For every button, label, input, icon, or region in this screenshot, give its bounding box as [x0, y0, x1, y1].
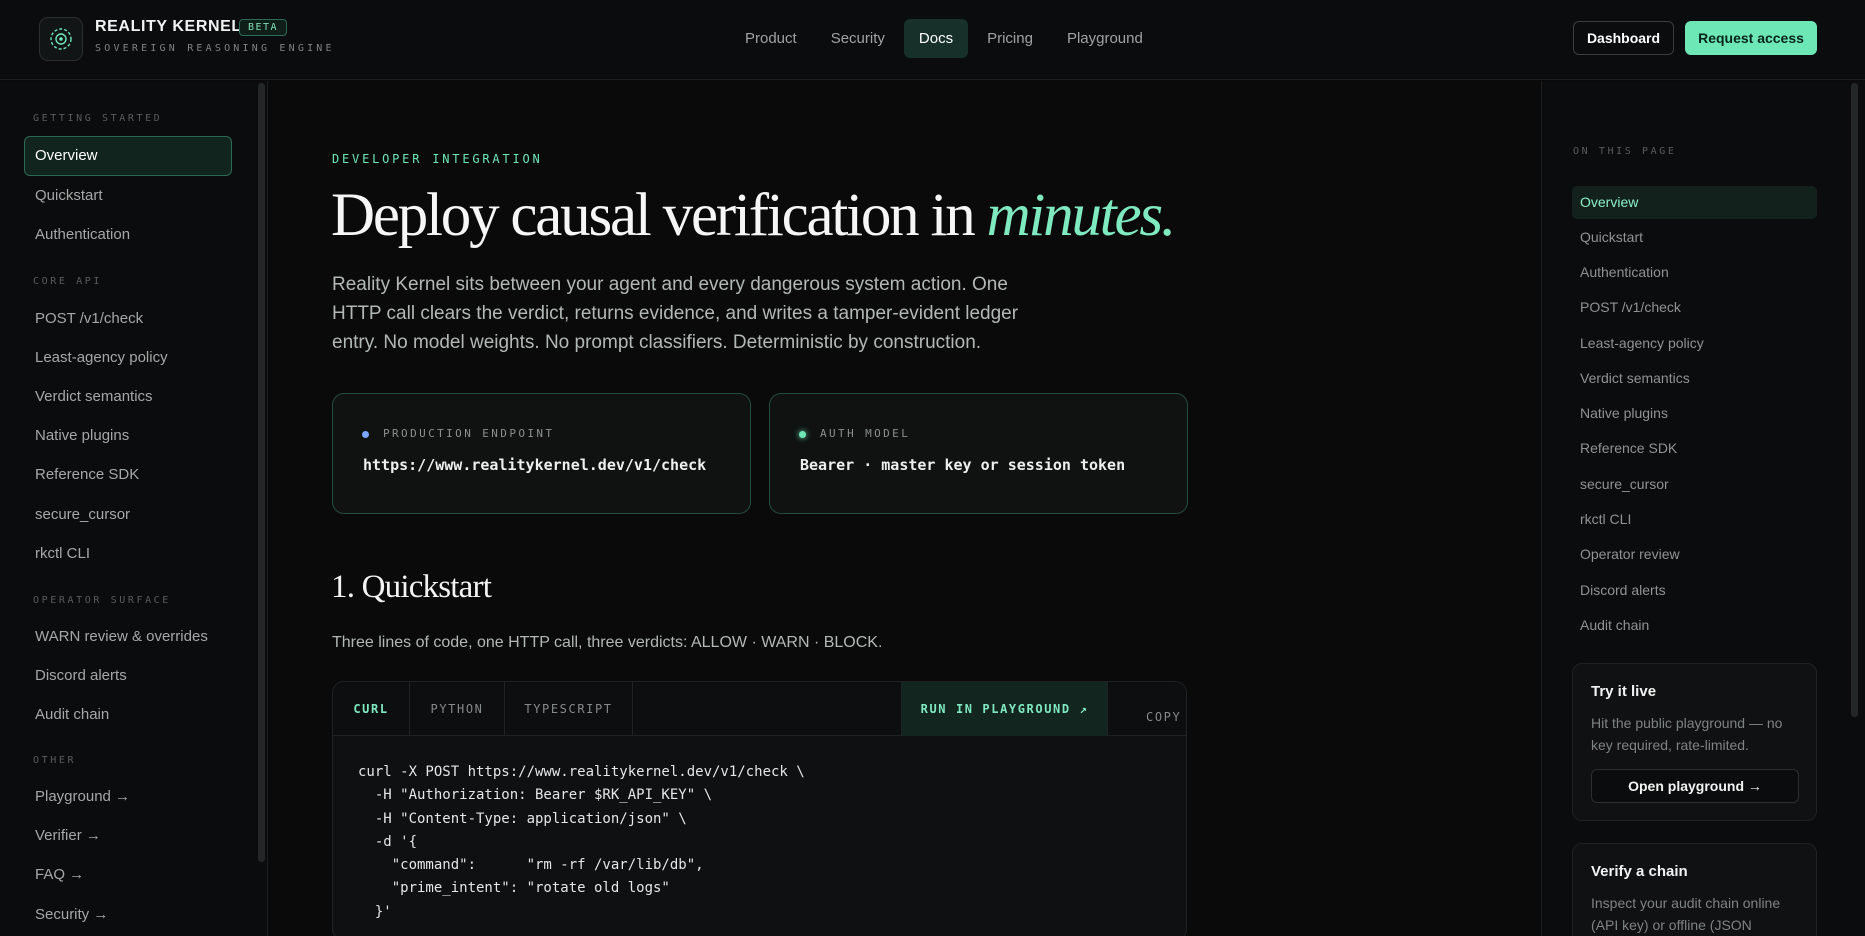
tab-python[interactable]: PYTHON	[410, 682, 505, 736]
code-sample: CURL PYTHON TYPESCRIPT RUN IN PLAYGROUND…	[332, 681, 1187, 936]
nav-docs[interactable]: Docs	[903, 19, 969, 58]
code-line: -d '{	[358, 833, 418, 850]
verify-chain-title: Verify a chain	[1591, 863, 1688, 880]
toc-item-rkctl-cli[interactable]: rkctl CLI	[1572, 503, 1817, 536]
try-it-live-card: Try it live Hit the public playground — …	[1572, 663, 1817, 821]
endpoint-dot-icon	[362, 431, 369, 438]
toc-item-audit-chain[interactable]: Audit chain	[1572, 609, 1817, 642]
auth-label: AUTH MODEL	[820, 427, 911, 440]
toc-item-verdict-semantics[interactable]: Verdict semantics	[1572, 362, 1817, 395]
main-nav: Product Security Docs Pricing Playground	[730, 19, 1158, 58]
toc-item-post-check[interactable]: POST /v1/check	[1572, 291, 1817, 324]
code-line: curl -X POST https://www.realitykernel.d…	[358, 764, 805, 780]
logo-icon	[50, 28, 72, 50]
rail-scrollbar[interactable]	[1851, 83, 1858, 717]
nav-playground[interactable]: Playground	[1052, 19, 1158, 58]
auth-dot-icon	[799, 431, 806, 438]
auth-value: Bearer · master key or session token	[800, 456, 1126, 474]
toc-item-native-plugins[interactable]: Native plugins	[1572, 397, 1817, 430]
sidebar-item-verdict-semantics[interactable]: Verdict semantics	[24, 377, 232, 417]
toc-item-quickstart[interactable]: Quickstart	[1572, 221, 1817, 254]
sidebar-item-overview[interactable]: Overview	[24, 136, 232, 176]
sidebar-section-title: CORE API	[33, 276, 102, 287]
sidebar-item-quickstart[interactable]: Quickstart	[24, 176, 232, 216]
code-block[interactable]: curl -X POST https://www.realitykernel.d…	[358, 761, 805, 924]
sidebar-item-warn-review[interactable]: WARN review & overrides	[24, 617, 232, 657]
sidebar-item-faq[interactable]: FAQ →	[24, 855, 232, 895]
on-this-page-rail: ON THIS PAGE Overview Quickstart Authent…	[1541, 81, 1865, 936]
sidebar-item-secure-cursor[interactable]: secure_cursor	[24, 495, 232, 535]
toc-item-secure-cursor[interactable]: secure_cursor	[1572, 468, 1817, 501]
toc-item-operator-review[interactable]: Operator review	[1572, 538, 1817, 571]
toc-item-authentication[interactable]: Authentication	[1572, 256, 1817, 289]
dashboard-button[interactable]: Dashboard	[1573, 21, 1674, 55]
sidebar-item-audit-chain[interactable]: Audit chain	[24, 695, 232, 735]
nav-product[interactable]: Product	[730, 19, 812, 58]
brand-name[interactable]: REALITY KERNEL	[95, 18, 242, 36]
logo[interactable]	[39, 17, 83, 61]
quickstart-heading: 1. Quickstart	[331, 569, 492, 605]
nav-security[interactable]: Security	[816, 19, 900, 58]
sidebar-section-title: GETTING STARTED	[33, 113, 163, 124]
verify-chain-card: Verify a chain Inspect your audit chain …	[1572, 843, 1817, 936]
sidebar-item-reference-sdk[interactable]: Reference SDK	[24, 455, 232, 495]
page-title: Deploy causal verification in minutes.	[331, 181, 1177, 251]
brand-tagline: SOVEREIGN REASONING ENGINE	[95, 43, 335, 54]
sidebar-item-least-agency[interactable]: Least-agency policy	[24, 338, 232, 378]
top-bar: REALITY KERNEL BETA SOVEREIGN REASONING …	[0, 0, 1865, 80]
sidebar-item-verifier[interactable]: Verifier →	[24, 816, 232, 856]
section-eyebrow: DEVELOPER INTEGRATION	[332, 152, 543, 166]
sidebar-section-title: OPERATOR SURFACE	[33, 595, 171, 606]
quickstart-subtitle: Three lines of code, one HTTP call, thre…	[332, 634, 883, 651]
try-it-live-title: Try it live	[1591, 683, 1657, 700]
docs-content: DEVELOPER INTEGRATION Deploy causal veri…	[268, 81, 1541, 936]
nav-pricing[interactable]: Pricing	[972, 19, 1048, 58]
sidebar-item-rkctl-cli[interactable]: rkctl CLI	[24, 534, 232, 574]
code-line: -H "Authorization: Bearer $RK_API_KEY" \	[358, 787, 713, 804]
verify-chain-desc: Inspect your audit chain online (API key…	[1591, 895, 1781, 933]
request-access-button[interactable]: Request access	[1685, 21, 1817, 55]
page-title-plain: Deploy causal verification in	[331, 182, 987, 249]
try-it-live-desc: Hit the public playground — no key requi…	[1591, 715, 1783, 753]
sidebar-item-playground[interactable]: Playground →	[24, 777, 232, 817]
endpoint-card: PRODUCTION ENDPOINT https://www.realityk…	[332, 393, 751, 514]
rail-title: ON THIS PAGE	[1573, 146, 1677, 157]
toc-item-reference-sdk[interactable]: Reference SDK	[1572, 432, 1817, 465]
page-lede: Reality Kernel sits between your agent a…	[332, 274, 1019, 353]
beta-badge: BETA	[239, 19, 288, 36]
page-title-emphasis: minutes.	[986, 182, 1177, 249]
sidebar-item-post-check[interactable]: POST /v1/check	[24, 299, 232, 339]
open-playground-button[interactable]: Open playground →	[1591, 769, 1799, 803]
tab-typescript[interactable]: TYPESCRIPT	[505, 682, 633, 736]
code-line: -H "Content-Type: application/json" \	[358, 810, 687, 827]
toc-item-overview[interactable]: Overview	[1572, 186, 1817, 219]
code-tabs: CURL PYTHON TYPESCRIPT RUN IN PLAYGROUND…	[333, 682, 1186, 736]
sidebar-item-authentication[interactable]: Authentication	[24, 215, 232, 255]
auth-card: AUTH MODEL Bearer · master key or sessio…	[769, 393, 1188, 514]
code-line: }'	[358, 903, 392, 920]
endpoint-value[interactable]: https://www.realitykernel.dev/v1/check	[363, 456, 706, 474]
copy-button[interactable]: COPY	[1146, 710, 1181, 724]
docs-sidebar: GETTING STARTED Overview Quickstart Auth…	[0, 81, 268, 936]
sidebar-section-title: OTHER	[33, 755, 77, 766]
endpoint-label: PRODUCTION ENDPOINT	[383, 427, 555, 440]
tab-curl[interactable]: CURL	[333, 682, 410, 736]
sidebar-item-security[interactable]: Security →	[24, 895, 232, 935]
code-line: "command": "rm -rf /var/lib/db",	[358, 857, 704, 874]
toc-item-least-agency[interactable]: Least-agency policy	[1572, 327, 1817, 360]
sidebar-item-native-plugins[interactable]: Native plugins	[24, 416, 232, 456]
sidebar-scrollbar[interactable]	[258, 83, 265, 862]
toc-item-discord-alerts[interactable]: Discord alerts	[1572, 574, 1817, 607]
run-in-playground-button[interactable]: RUN IN PLAYGROUND ↗	[901, 682, 1108, 736]
sidebar-item-discord-alerts[interactable]: Discord alerts	[24, 656, 232, 696]
code-line: "prime_intent": "rotate old logs"	[358, 880, 670, 897]
